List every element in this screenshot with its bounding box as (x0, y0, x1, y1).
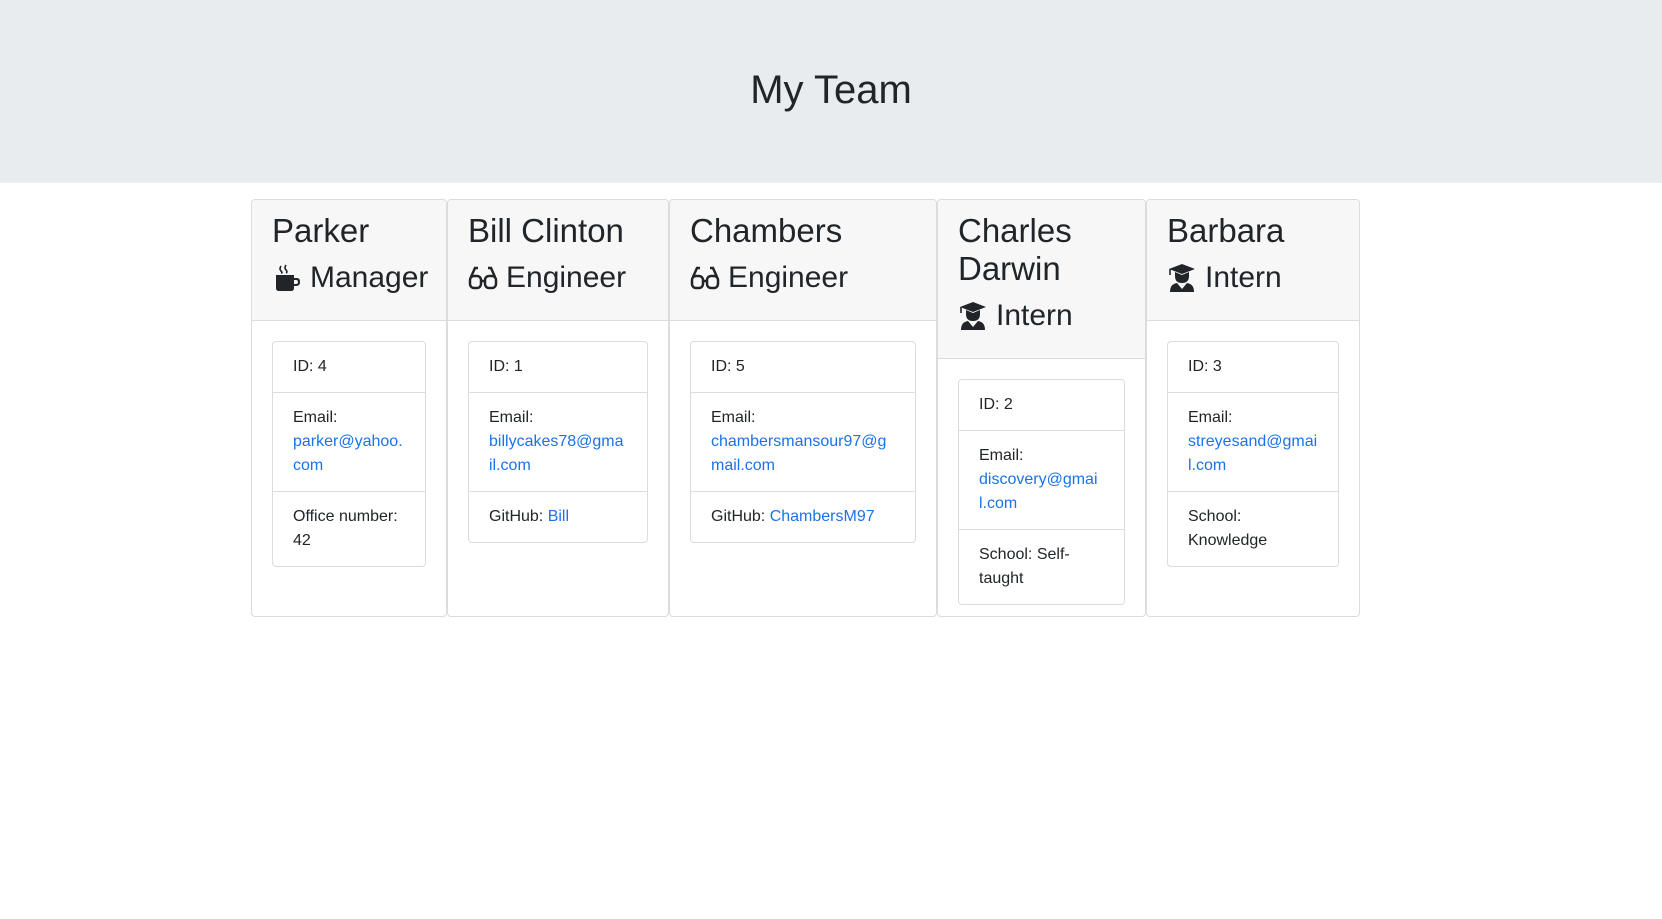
email-item: Email: chambersmansour97@gmail.com (691, 392, 915, 491)
card-header: Chambers Engineer (670, 200, 936, 321)
info-list: ID: 5 Email: chambersmansour97@gmail.com… (690, 341, 916, 543)
id-item: ID: 5 (711, 358, 745, 375)
employee-name: Parker (272, 212, 370, 249)
card-body: ID: 5 Email: chambersmansour97@gmail.com… (670, 321, 936, 563)
page-header: My Team (0, 0, 1662, 183)
card-header: Parker Manager (252, 200, 446, 321)
email-link[interactable]: billycakes78@gmail.com (489, 433, 624, 474)
employee-name: Chambers (690, 212, 843, 249)
school-label: School: (979, 546, 1033, 563)
employee-card-parker: Parker Manager ID: 4 Email: parker@yahoo… (251, 199, 447, 617)
info-list: ID: 4 Email: parker@yahoo.com Office num… (272, 341, 426, 567)
page-title: My Team (750, 68, 912, 112)
employee-card-chambers: Chambers Engineer ID: 5 Email: chambersm… (669, 199, 937, 617)
school-item: School: Knowledge (1168, 491, 1338, 566)
github-link[interactable]: ChambersM97 (770, 508, 875, 525)
employee-card-barbara: Barbara Intern ID: 3 Email: streyesand@g… (1146, 199, 1360, 617)
email-link[interactable]: chambersmansour97@gmail.com (711, 433, 886, 474)
card-body: ID: 2 Email: discovery@gmail.com School:… (938, 359, 1145, 616)
id-item: ID: 3 (1188, 358, 1222, 375)
id-item: ID: 1 (489, 358, 523, 375)
email-link[interactable]: parker@yahoo.com (293, 433, 403, 474)
email-item: Email: streyesand@gmail.com (1168, 392, 1338, 491)
employee-role: Manager (272, 260, 429, 296)
employee-role: Intern (958, 298, 1125, 334)
github-label: GitHub: (711, 508, 766, 525)
employee-card-bill-clinton: Bill Clinton Engineer ID: 1 Email: billy… (447, 199, 669, 617)
email-label: Email: (489, 409, 534, 426)
employee-name: Barbara (1167, 212, 1285, 249)
employee-name: Charles Darwin (958, 212, 1072, 287)
card-header: Bill Clinton Engineer (448, 200, 668, 321)
office-number-label: Office number: (293, 508, 398, 525)
id-item: ID: 2 (979, 396, 1013, 413)
employee-role: Intern (1167, 260, 1339, 296)
email-label: Email: (293, 409, 338, 426)
office-number-item: Office number: 42 (273, 491, 425, 566)
graduate-icon (1167, 263, 1197, 293)
github-item: GitHub: Bill (469, 491, 647, 542)
office-number-value: 42 (293, 532, 311, 549)
email-label: Email: (1188, 409, 1233, 426)
role-label: Engineer (728, 261, 849, 294)
email-item: Email: discovery@gmail.com (959, 430, 1124, 529)
email-label: Email: (979, 447, 1024, 464)
card-header: Charles Darwin Intern (938, 200, 1145, 359)
card-body: ID: 4 Email: parker@yahoo.com Office num… (252, 321, 446, 587)
card-header: Barbara Intern (1147, 200, 1359, 321)
glasses-icon (468, 263, 498, 293)
mug-icon (272, 263, 302, 293)
id-item: ID: 4 (293, 358, 327, 375)
school-label: School: (1188, 508, 1242, 525)
github-link[interactable]: Bill (548, 508, 569, 525)
info-list: ID: 1 Email: billycakes78@gmail.com GitH… (468, 341, 648, 543)
info-list: ID: 2 Email: discovery@gmail.com School:… (958, 379, 1125, 605)
graduate-icon (958, 301, 988, 331)
employee-name: Bill Clinton (468, 212, 624, 249)
role-label: Intern (1205, 261, 1282, 294)
card-body: ID: 3 Email: streyesand@gmail.com School… (1147, 321, 1359, 587)
github-label: GitHub: (489, 508, 544, 525)
email-label: Email: (711, 409, 756, 426)
role-label: Intern (996, 299, 1073, 332)
glasses-icon (690, 263, 720, 293)
email-item: Email: parker@yahoo.com (273, 392, 425, 491)
employee-role: Engineer (468, 260, 648, 296)
school-item: School: Self-taught (959, 529, 1124, 604)
email-item: Email: billycakes78@gmail.com (469, 392, 647, 491)
info-list: ID: 3 Email: streyesand@gmail.com School… (1167, 341, 1339, 567)
employee-card-charles-darwin: Charles Darwin Intern ID: 2 Email: disco… (937, 199, 1146, 617)
school-value: Knowledge (1188, 532, 1268, 549)
employee-role: Engineer (690, 260, 916, 296)
card-body: ID: 1 Email: billycakes78@gmail.com GitH… (448, 321, 668, 563)
role-label: Engineer (506, 261, 627, 294)
github-item: GitHub: ChambersM97 (691, 491, 915, 542)
email-link[interactable]: discovery@gmail.com (979, 471, 1098, 512)
role-label: Manager (310, 261, 429, 294)
email-link[interactable]: streyesand@gmail.com (1188, 433, 1317, 474)
